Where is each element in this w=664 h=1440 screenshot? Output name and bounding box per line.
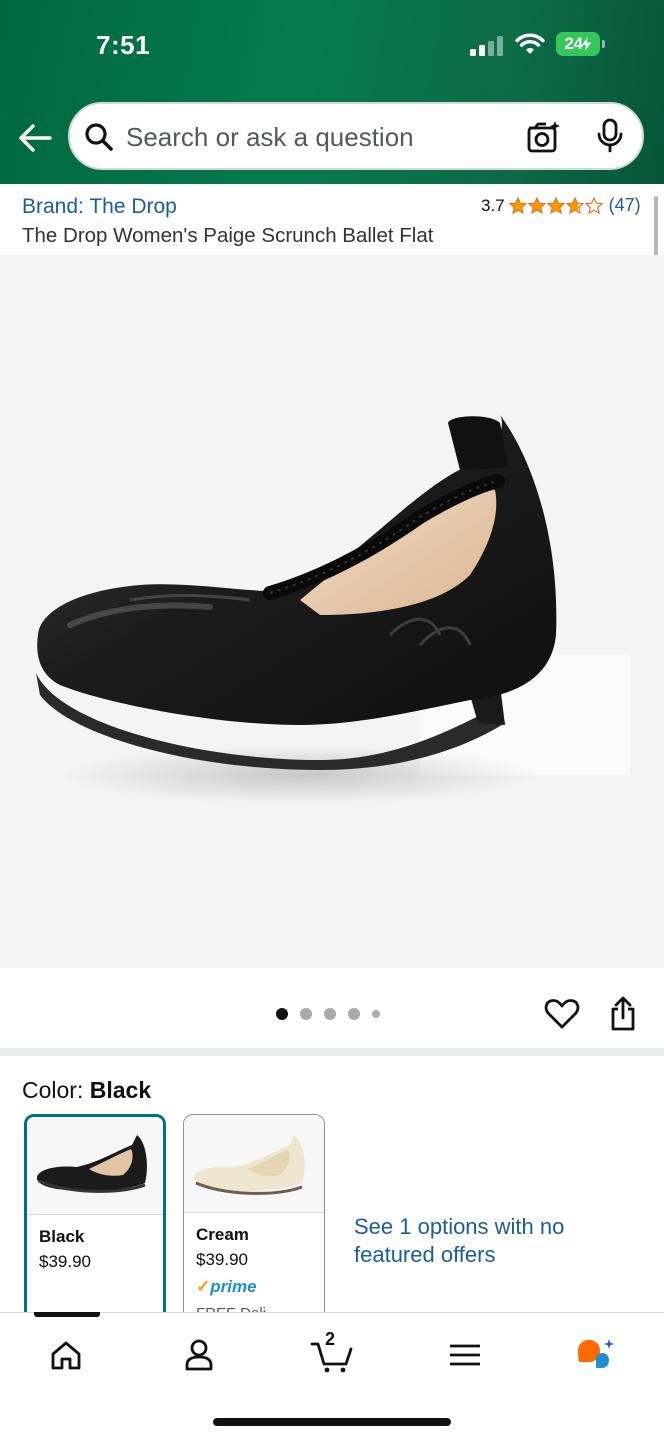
cellular-signal-icon xyxy=(470,36,506,56)
color-option-price: $39.90 xyxy=(39,1252,91,1271)
back-arrow-icon xyxy=(19,124,52,152)
nav-cart[interactable]: 2 xyxy=(308,1329,356,1377)
product-title: The Drop Women's Paige Scrunch Ballet Fl… xyxy=(22,224,434,247)
color-thumbnail-black xyxy=(27,1117,163,1215)
active-tab-indicator xyxy=(34,1312,100,1317)
cart-count: 2 xyxy=(325,1329,336,1349)
wifi-icon xyxy=(515,33,545,54)
color-thumbnail-cream xyxy=(184,1115,324,1213)
star-icon xyxy=(546,197,565,214)
battery-level: 24 xyxy=(564,34,583,53)
color-option-cream[interactable]: Cream $39.90 ✓prime FREE Deli... xyxy=(183,1114,325,1324)
color-option-price: $39.90 xyxy=(196,1250,248,1269)
color-option-name: Black xyxy=(39,1227,85,1246)
pagination-dot[interactable] xyxy=(300,1008,312,1020)
brand-link[interactable]: Brand: The Drop xyxy=(22,195,177,219)
rating-summary[interactable]: 3.7 (47) xyxy=(481,195,641,216)
nav-account[interactable] xyxy=(175,1333,223,1377)
pagination-dot[interactable] xyxy=(348,1008,360,1020)
camera-search-icon[interactable] xyxy=(526,120,562,154)
product-image-carousel[interactable] xyxy=(0,255,664,968)
image-pagination[interactable] xyxy=(276,1008,380,1020)
color-option-black[interactable]: Black $39.90 xyxy=(24,1114,166,1324)
back-button[interactable] xyxy=(16,118,54,158)
prime-badge: ✓prime xyxy=(196,1277,257,1297)
app-header: 7:51 24 xyxy=(0,0,664,184)
search-input[interactable] xyxy=(126,118,506,156)
color-label: Color: Black xyxy=(22,1077,151,1104)
nav-rufus[interactable] xyxy=(572,1333,620,1377)
rating-value: 3.7 xyxy=(481,195,505,215)
rating-count[interactable]: (47) xyxy=(609,195,641,216)
star-icon xyxy=(508,197,527,214)
charging-bolt-icon xyxy=(582,37,592,51)
heart-icon[interactable] xyxy=(544,998,580,1030)
prime-label: prime xyxy=(210,1277,257,1296)
section-divider xyxy=(0,1048,664,1056)
search-bar[interactable] xyxy=(68,102,644,170)
prime-check-icon: ✓ xyxy=(196,1277,211,1296)
star-icon xyxy=(527,197,546,214)
product-image xyxy=(36,415,630,805)
battery-indicator: 24 xyxy=(556,32,605,56)
status-time: 7:51 xyxy=(96,30,151,60)
search-icon xyxy=(85,123,113,151)
home-icon xyxy=(51,1341,81,1370)
see-more-options-link[interactable]: See 1 options with no featured offers xyxy=(354,1213,594,1269)
share-icon[interactable] xyxy=(608,996,638,1032)
color-option-name: Cream xyxy=(196,1225,249,1244)
account-icon xyxy=(185,1339,213,1371)
menu-icon xyxy=(450,1344,480,1366)
star-icon xyxy=(584,197,603,214)
rufus-icon xyxy=(578,1339,614,1368)
rating-stars xyxy=(508,197,603,214)
pagination-dot[interactable] xyxy=(324,1008,336,1020)
pagination-dot[interactable] xyxy=(372,1010,380,1018)
home-indicator xyxy=(213,1418,451,1426)
microphone-icon[interactable] xyxy=(596,118,624,154)
pagination-dot[interactable] xyxy=(276,1008,288,1020)
star-icon xyxy=(565,197,584,214)
selected-color: Black xyxy=(89,1077,152,1103)
nav-home[interactable] xyxy=(42,1333,90,1377)
color-label-prefix: Color: xyxy=(22,1077,90,1103)
nav-menu[interactable] xyxy=(441,1333,489,1377)
